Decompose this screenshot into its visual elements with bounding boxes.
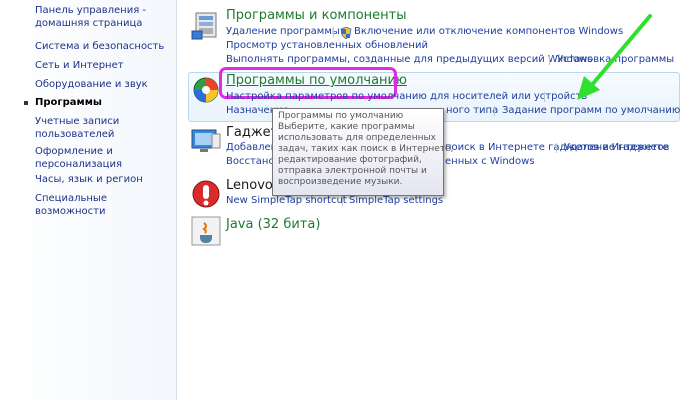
tooltip-line: использовать для определенных <box>278 133 436 143</box>
programs-features-title[interactable]: Программы и компоненты <box>226 8 407 23</box>
set-defaults-link[interactable]: Задание программ по умолчанию <box>502 105 680 116</box>
java-title[interactable]: Java (32 бита) <box>226 217 320 232</box>
view-updates-link[interactable]: Просмотр установленных обновлений <box>226 40 428 51</box>
separator <box>494 106 495 116</box>
separator <box>333 27 334 37</box>
tooltip-line: воспроизведение музыки. <box>278 177 403 187</box>
sidebar-item-appearance[interactable]: Оформление и <box>35 145 113 158</box>
separator <box>556 143 557 153</box>
programs-features-icon <box>190 9 222 41</box>
tooltip-line: задач, таких как поиск в Интернете, <box>278 144 454 154</box>
sidebar-item-home-cont[interactable]: домашняя страница <box>35 17 142 30</box>
sidebar-item-network[interactable]: Сеть и Интернет <box>35 59 124 72</box>
tooltip-line: Выберите, какие программы <box>278 122 415 132</box>
separator <box>544 92 545 102</box>
install-program-link[interactable]: Установка программы <box>557 54 674 65</box>
autoplay-settings-link[interactable]: Настройка параметров по умолчанию для но… <box>226 91 587 102</box>
sidebar-item-accessibility[interactable]: Специальные возможности <box>35 192 176 218</box>
shield-icon <box>340 24 352 40</box>
sidebar-item-security[interactable]: Система и безопасность <box>35 40 164 53</box>
sidebar-item-home[interactable]: Панель управления - <box>35 4 146 17</box>
sidebar-item-accounts-cont[interactable]: пользователей <box>35 128 114 141</box>
lenovo-simpletap-icon <box>190 178 222 210</box>
restore-gadgets-link-tail[interactable]: енных с Windows <box>445 156 535 167</box>
uninstall-program-link[interactable]: Удаление программы <box>226 26 340 37</box>
gadgets-icon <box>190 124 222 156</box>
compatibility-link[interactable]: Выполнять программы, созданные для преды… <box>226 54 593 65</box>
simpletap-shortcut-link[interactable]: New SimpleTap shortcut <box>226 195 347 206</box>
remove-gadgets-link[interactable]: Удаление гаджетов <box>564 142 669 153</box>
sidebar-item-hardware[interactable]: Оборудование и звук <box>35 78 148 91</box>
tooltip-line: отправка электронной почты и <box>278 166 427 176</box>
sidebar-item-accounts[interactable]: Учетные записи <box>35 115 119 128</box>
active-bullet-icon <box>24 101 28 105</box>
navigation-sidebar: Панель управления - домашняя страница Си… <box>0 0 177 400</box>
separator <box>549 55 550 65</box>
windows-features-link[interactable]: Включение или отключение компонентов Win… <box>354 26 623 37</box>
simpletap-settings-link[interactable]: SimpleTap settings <box>349 195 443 206</box>
tooltip-line: редактирование фотографий, <box>278 155 422 165</box>
default-programs-tooltip: Программы по умолчанию Выберите, какие п… <box>272 108 454 196</box>
sidebar-item-programs[interactable]: Программы <box>35 96 102 109</box>
separator <box>342 196 343 206</box>
sidebar-item-appearance-cont[interactable]: персонализация <box>35 158 122 171</box>
default-programs-icon <box>190 74 222 106</box>
sidebar-item-clock[interactable]: Часы, язык и регион <box>35 173 143 186</box>
tooltip-line: Программы по умолчанию <box>278 111 404 121</box>
java-icon <box>190 215 222 247</box>
file-association-link-tail[interactable]: ного типа <box>446 105 498 116</box>
